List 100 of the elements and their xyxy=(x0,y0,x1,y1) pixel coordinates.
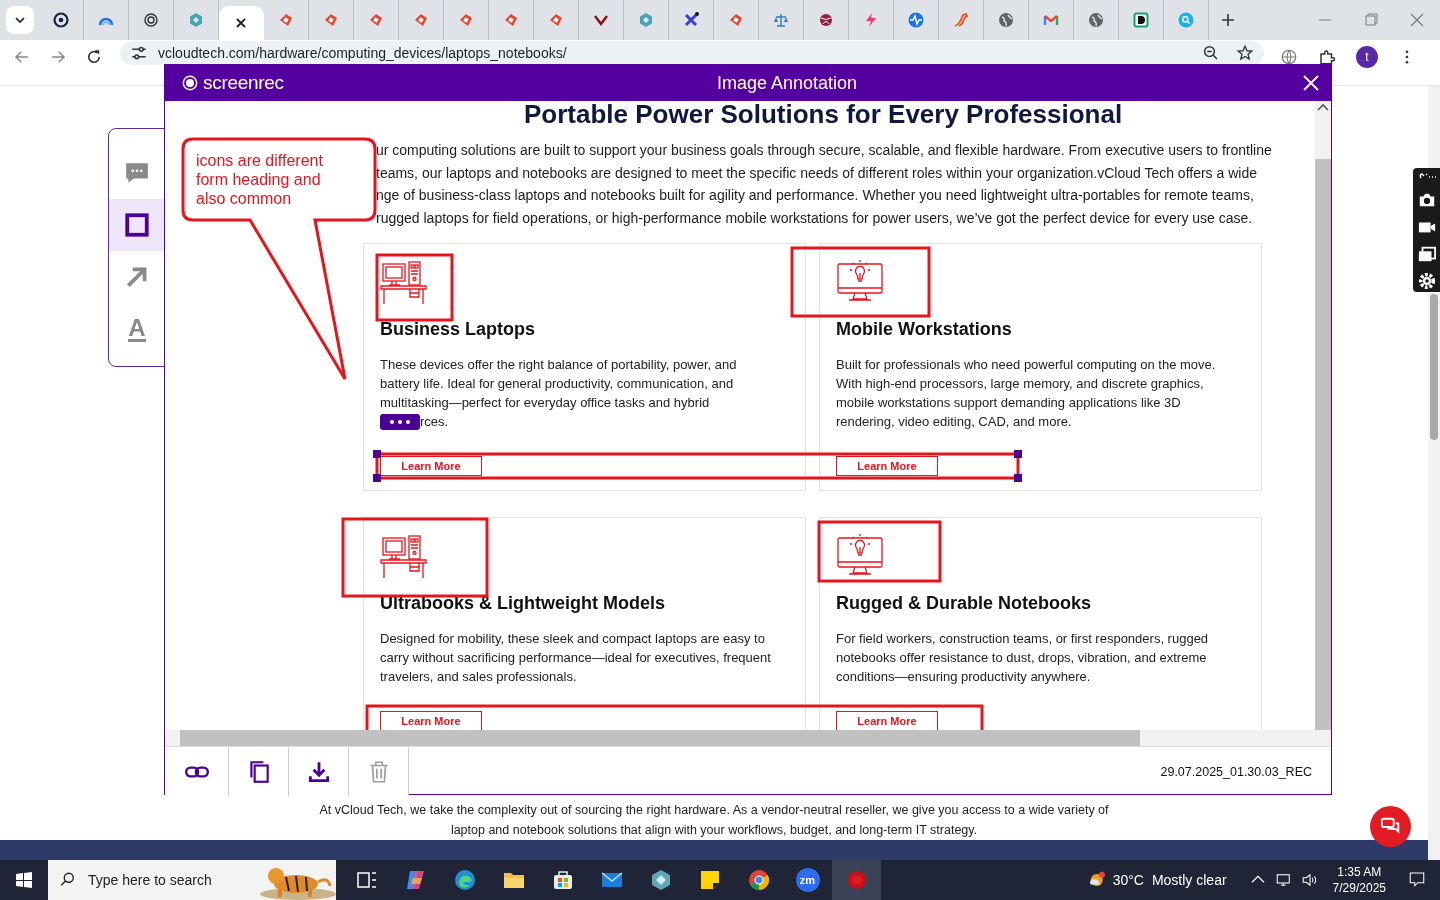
profile-avatar[interactable]: t xyxy=(1356,46,1378,68)
scrollbar-thumb[interactable] xyxy=(1430,294,1438,440)
tag-icon xyxy=(323,12,339,28)
learn-more-button[interactable]: Learn More xyxy=(380,456,482,476)
tag-icon xyxy=(548,12,564,28)
horizontal-scrollbar[interactable] xyxy=(165,730,1331,746)
link-button[interactable] xyxy=(165,747,229,796)
weather-text: Mostly clear xyxy=(1151,872,1227,888)
learn-more-button[interactable]: Learn More xyxy=(836,711,938,730)
browser-tab[interactable] xyxy=(219,6,264,40)
star-icon[interactable] xyxy=(1236,44,1254,62)
knot-icon xyxy=(143,12,159,28)
scales-icon xyxy=(773,12,789,28)
callout-bubble[interactable] xyxy=(181,137,377,381)
window-icon[interactable] xyxy=(1417,245,1436,263)
globe-icon xyxy=(1088,12,1104,28)
computer-desk-icon xyxy=(380,532,428,580)
zoom-app-icon[interactable]: zm xyxy=(795,868,820,892)
url-text: vcloudtech.com/hardware/computing_devices/laptops_notebooks/ xyxy=(158,45,567,61)
ring-icon xyxy=(53,12,69,28)
rectangle-icon xyxy=(124,212,150,238)
brand-logo-text: screenrec xyxy=(203,72,284,94)
vertical-scrollbar[interactable] xyxy=(1315,101,1331,730)
learn-more-button[interactable]: Learn More xyxy=(836,456,938,476)
card-title: Mobile Workstations xyxy=(836,318,1012,340)
download-button[interactable] xyxy=(289,747,349,796)
card-text-line: notebooks offer resistance to dust, drops, vibration, and extreme xyxy=(836,649,1207,667)
comment-icon xyxy=(124,160,150,186)
learn-more-button[interactable]: Learn More xyxy=(380,711,482,730)
globe-icon[interactable] xyxy=(1280,48,1298,66)
taskbar-search-field[interactable]: Type here to search xyxy=(88,860,256,900)
annotation-rectangle[interactable] xyxy=(375,253,454,322)
annotation-rectangle[interactable] xyxy=(341,517,489,598)
intro-text-line: nge of business-class laptops and notebooks built for agility and performance. Whether you need lightweight ultra-portables for remote teams, xyxy=(376,186,1255,205)
network-icon[interactable] xyxy=(1274,871,1293,889)
forward-icon[interactable] xyxy=(49,48,67,66)
search-icon xyxy=(1178,12,1194,28)
hexagon-icon xyxy=(188,12,204,28)
card-text-line: mobile workstations support demanding applications like 3D xyxy=(836,394,1181,412)
tag-icon xyxy=(278,12,294,28)
tag-icon xyxy=(503,12,519,28)
plus-icon[interactable] xyxy=(1220,12,1236,28)
swoosh-icon xyxy=(953,12,969,28)
page-text-line: At vCloud Tech, we take the complexity out of sourcing the right hardware. As a vendor-neutral reseller, we give you access to a wide variety of xyxy=(319,802,1109,819)
card-text-line: rendering, video editing, CAD, and more. xyxy=(836,413,1072,431)
address-bar[interactable]: vcloudtech.com/hardware/computing_devices/laptops_notebooks/ xyxy=(120,41,1264,65)
zoom-out-icon[interactable] xyxy=(1202,44,1220,62)
page-text-line: laptop and notebook solutions that align with your workflows, budget, and long-term IT strategy. xyxy=(450,822,978,839)
tag-icon xyxy=(728,12,744,28)
intro-text-line: rugged laptops for field operations, or high-performance mobile workstations for power users, we’ve got the perfect device for every use case. xyxy=(376,208,1254,228)
puzzle-icon[interactable] xyxy=(1318,48,1336,66)
ball-icon xyxy=(818,12,834,28)
intro-text-line: ur computing solutions are built to support your business goals through secure, scalable, and flexible hardware. From executive users to frontline xyxy=(376,141,1273,160)
card-text-line: These devices offer the right balance of portability, power, and xyxy=(380,356,737,374)
chrome-icon[interactable] xyxy=(746,868,771,892)
tab-search-button[interactable] xyxy=(6,6,34,34)
envelope-icon xyxy=(1043,12,1059,28)
bolt-icon xyxy=(863,12,879,28)
card-text-line: conditions—ensuring productivity anywhere. xyxy=(836,668,1091,686)
card-text-line: With high-end processors, large memory, and discrete graphics, xyxy=(836,375,1204,393)
tune-icon[interactable] xyxy=(130,44,148,62)
card-text-line: battery life. Ideal for general productivity, communication, and xyxy=(380,375,734,393)
globe-icon xyxy=(998,12,1014,28)
card-title: Business Laptops xyxy=(380,318,536,340)
close-icon[interactable] xyxy=(1301,73,1321,93)
tag-icon xyxy=(458,12,474,28)
callout-text: icons are different form heading and also common xyxy=(196,151,324,208)
selected-annotation-rectangle[interactable] xyxy=(373,450,1022,482)
tag-icon xyxy=(413,12,429,28)
pulse-icon xyxy=(908,12,924,28)
intro-text-line: teams, our laptops and notebooks are designed to meet the specific needs of different roles within your organization.vCloud Tech offers a wide xyxy=(376,163,1258,183)
windows-icon[interactable] xyxy=(15,871,33,889)
annotation-rectangle[interactable] xyxy=(817,520,942,583)
page-heading: Portable Power Solutions for Every Professional xyxy=(523,101,1124,127)
square-icon xyxy=(1133,12,1149,28)
clock-time[interactable]: 1:35 AM xyxy=(1337,864,1382,880)
edge-icon[interactable] xyxy=(452,868,477,892)
chat-button[interactable] xyxy=(1370,806,1411,847)
record-icon xyxy=(182,75,198,91)
clock-date[interactable]: 7/29/2025 xyxy=(1332,880,1386,896)
copy-button[interactable] xyxy=(229,747,289,796)
card-text-line: rces. xyxy=(420,413,449,431)
camera-icon[interactable] xyxy=(1417,191,1436,209)
temperature-text: 30°C xyxy=(1112,872,1144,888)
dialog-title: Image Annotation xyxy=(716,72,858,94)
tag-icon xyxy=(368,12,384,28)
card-text-line: Designed for mobility, these sleek and compact laptops are easy to xyxy=(380,630,765,648)
more-button[interactable] xyxy=(380,413,420,430)
back-icon[interactable] xyxy=(13,48,31,66)
settings-icon[interactable] xyxy=(1417,272,1436,290)
reload-icon[interactable] xyxy=(85,48,103,66)
annotation-rectangle[interactable] xyxy=(790,246,931,318)
notification-icon[interactable] xyxy=(1408,869,1426,888)
hexagon-icon xyxy=(638,12,654,28)
cross-icon xyxy=(683,12,699,28)
card-text-line: travelers, and sales professionals. xyxy=(380,668,577,686)
rectangle-tool-button[interactable] xyxy=(109,199,165,251)
card-text-line: Built for professionals who need powerful computing on the move. xyxy=(836,356,1216,374)
file-name: 29.07.2025_01.30.03_REC xyxy=(1160,764,1312,779)
volume-icon[interactable] xyxy=(1300,871,1319,889)
